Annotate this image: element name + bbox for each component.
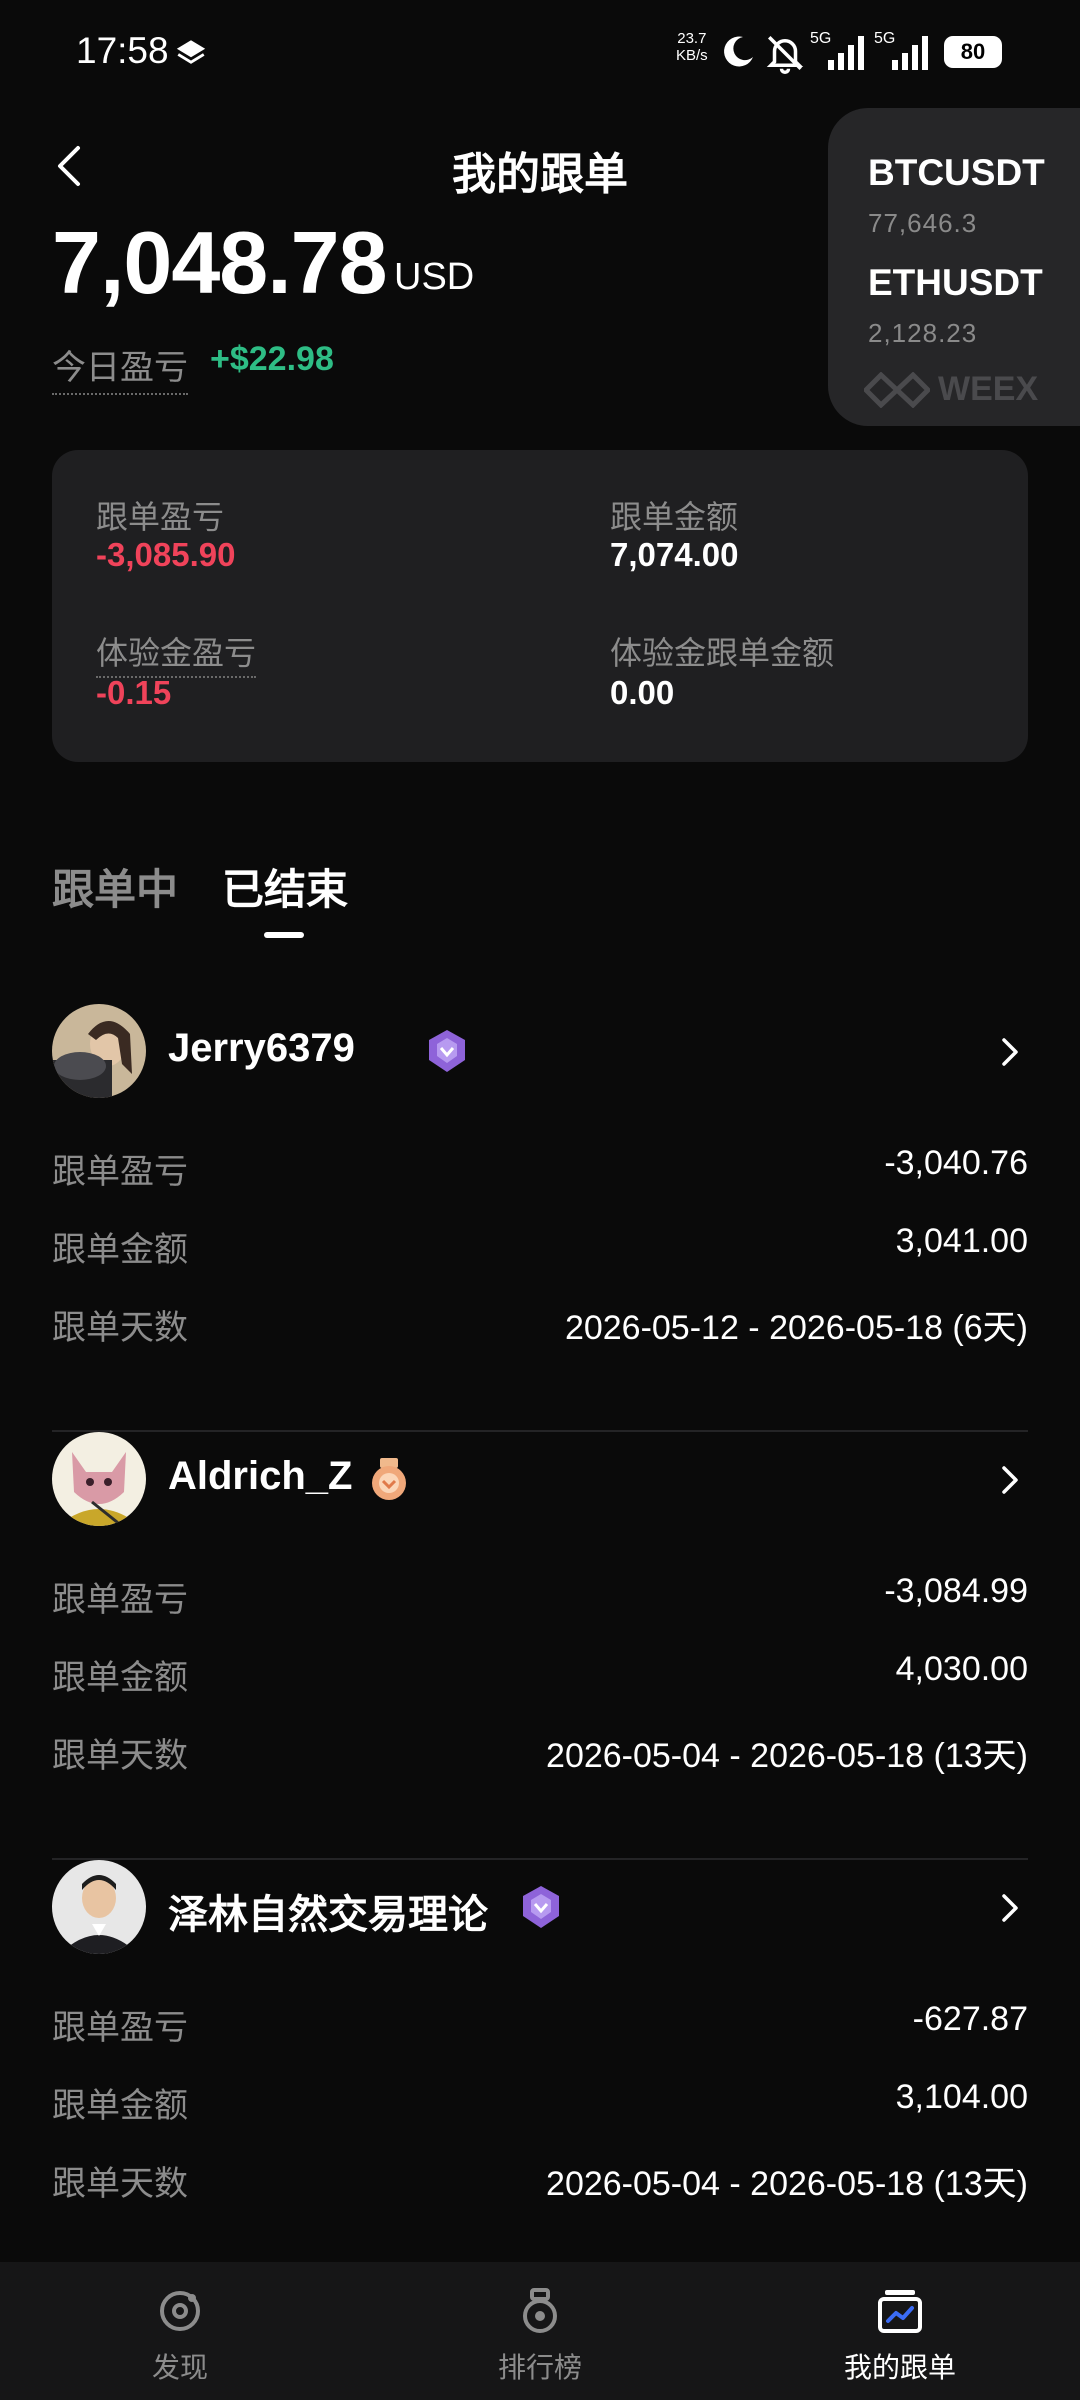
purple-medal-icon: [429, 1030, 465, 1072]
row-amount-value: 4,030.00: [895, 1650, 1028, 1688]
tab-ended[interactable]: 已结束: [222, 856, 348, 917]
signal-sim1: 5G: [810, 30, 866, 72]
bronze-medal-icon: [372, 1458, 406, 1500]
row-amount-label: 跟单金额: [52, 2087, 188, 2125]
medal-icon: [523, 2288, 557, 2333]
today-pnl-value: +$22.98: [210, 340, 334, 378]
nav-my-copy[interactable]: 我的跟单: [720, 2262, 1080, 2400]
nav-discover[interactable]: 发现: [0, 2262, 360, 2400]
total-value: 7,048.78: [52, 213, 388, 312]
my-copy-icon: [878, 2290, 922, 2333]
total-unit: USD: [394, 256, 475, 298]
chevron-right-icon[interactable]: [998, 1034, 1022, 1070]
copy-amount-label: 跟单金额: [610, 499, 739, 535]
today-pnl-label[interactable]: 今日盈亏: [52, 340, 188, 395]
copy-pnl-value: -3,085.90: [96, 536, 236, 573]
ticker-symbol: BTCUSDT: [868, 152, 1045, 193]
status-time: 17:58: [76, 30, 169, 71]
bottom-nav: 发现 排行榜 我的跟单: [0, 2262, 1080, 2400]
tab-following[interactable]: 跟单中: [52, 856, 178, 917]
trial-amount-label: 体验金跟单金额: [610, 635, 835, 671]
avatar: [52, 1860, 146, 1954]
nav-leaderboard-label: 排行榜: [497, 2352, 582, 2383]
row-pnl-value: -627.87: [912, 2000, 1028, 2038]
signal-bars-icon: [828, 36, 864, 70]
discover-icon: [160, 2291, 200, 2331]
summary-card: 跟单盈亏 -3,085.90 跟单金额 7,074.00 体验金盈亏 -0.15…: [52, 450, 1028, 762]
avatar-image: [52, 1004, 146, 1098]
row-amount-label: 跟单金额: [52, 1231, 188, 1269]
weex-logo: WEEX: [864, 370, 1054, 410]
row-amount-label: 跟单金额: [52, 1659, 188, 1697]
weex-mark-icon: [864, 372, 930, 408]
avatar: [52, 1432, 146, 1526]
row-days-value: 2026-05-04 - 2026-05-18 (13天): [546, 1737, 1028, 1775]
chevron-right-icon[interactable]: [998, 1462, 1022, 1498]
chevron-right-icon[interactable]: [998, 1890, 1022, 1926]
row-pnl-value: -3,084.99: [884, 1572, 1028, 1610]
ticker-symbol: ETHUSDT: [868, 262, 1043, 303]
row-days-label: 跟单天数: [52, 2165, 188, 2203]
row-days-value: 2026-05-12 - 2026-05-18 (6天): [564, 1309, 1028, 1347]
row-days-label: 跟单天数: [52, 1737, 188, 1775]
tab-active-indicator: [264, 932, 304, 938]
net-speed: 23.7 KB/s: [676, 30, 708, 64]
row-amount-value: 3,104.00: [895, 2078, 1028, 2116]
net-speed-unit: KB/s: [676, 47, 708, 64]
net-speed-value: 23.7: [677, 30, 707, 47]
signal-bars-icon: [892, 36, 928, 70]
status-bar: 17:58 23.7 KB/s 5G 5G 80: [0, 0, 1080, 104]
row-days-value: 2026-05-04 - 2026-05-18 (13天): [546, 2165, 1028, 2203]
trader-name: Aldrich_Z: [168, 1454, 353, 1498]
price-ticker-widget[interactable]: BTCUSDT 77,646.3 ETHUSDT 2,128.23 WEEX: [828, 108, 1080, 426]
row-pnl-value: -3,040.76: [884, 1144, 1028, 1182]
row-amount-value: 3,041.00: [895, 1222, 1028, 1260]
battery-indicator: 80: [944, 36, 1002, 68]
weex-wordmark: WEEX: [938, 370, 1039, 408]
list-item[interactable]: Aldrich_Z 跟单盈亏 -3,084.99 跟单金额 4,030.00 跟…: [52, 1432, 1028, 1860]
list-item[interactable]: Jerry6379 跟单盈亏 -3,040.76 跟单金额 3,041.00 跟…: [52, 1004, 1028, 1432]
signal-sim2: 5G: [874, 30, 930, 72]
trial-pnl-label[interactable]: 体验金盈亏: [96, 628, 257, 678]
purple-medal-icon: [523, 1886, 559, 1928]
copy-pnl-label: 跟单盈亏: [96, 499, 225, 535]
trial-amount-value: 0.00: [610, 674, 675, 711]
list-item[interactable]: 泽林自然交易理论 跟单盈亏 -627.87 跟单金额 3,104.00 跟单天数…: [52, 1860, 1028, 2288]
nav-my-copy-label: 我的跟单: [843, 2352, 956, 2383]
nav-discover-label: 发现: [151, 2352, 208, 2383]
avatar: [52, 1004, 146, 1098]
ticker-price: 2,128.23: [868, 318, 978, 348]
trial-pnl-value: -0.15: [96, 674, 172, 711]
moon-icon: [724, 36, 753, 67]
row-pnl-label: 跟单盈亏: [52, 2009, 188, 2047]
layers-icon: [176, 40, 206, 64]
ticker-price: 77,646.3: [868, 208, 978, 238]
trader-name: 泽林自然交易理论: [168, 1893, 488, 1937]
avatar-image: [52, 1432, 146, 1526]
copy-amount-value: 7,074.00: [610, 536, 739, 573]
nav-leaderboard[interactable]: 排行榜: [360, 2262, 720, 2400]
trader-name: Jerry6379: [168, 1026, 355, 1070]
row-days-label: 跟单天数: [52, 1309, 188, 1347]
row-pnl-label: 跟单盈亏: [52, 1153, 188, 1191]
row-pnl-label: 跟单盈亏: [52, 1581, 188, 1619]
avatar-image: [52, 1860, 146, 1954]
bell-muted-icon: [766, 36, 804, 74]
